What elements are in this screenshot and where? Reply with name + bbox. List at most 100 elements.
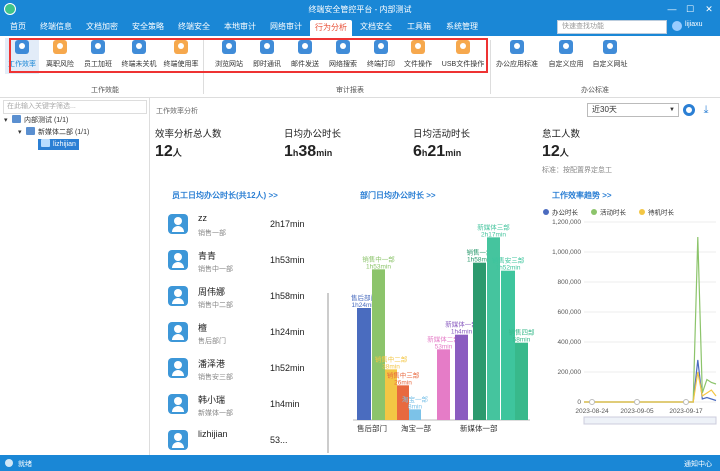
employee-office-time: 1h58min <box>270 291 305 301</box>
ribbon-button-app-standard[interactable]: 办公应用标准 <box>492 38 542 74</box>
panel-header: 工作效率分析 <box>156 108 198 115</box>
section-dept-office-time[interactable]: 部门日均办公时长 >> <box>360 190 436 201</box>
metric-value: 6h21min <box>413 143 462 160</box>
x-tick-label: 2023-09-05 <box>620 408 654 415</box>
metric-label: 日均办公时长 <box>284 129 342 140</box>
tree-node-new-media-2[interactable]: ▾ 新媒体二部 (1/1) <box>18 127 89 138</box>
legend-label: 办公时长 <box>552 208 579 217</box>
metric-avg-office-time: 日均办公时长 1h38min <box>284 126 341 161</box>
metric-idle-people: 怠工人数 12人 标准：按配置界定怠工 <box>542 126 612 175</box>
menu-toolbox[interactable]: 工具箱 <box>402 18 436 36</box>
employee-row[interactable]: zz 销售一部 2h17min <box>158 208 318 244</box>
bar-value-label: 58min <box>513 337 531 344</box>
menu-terminal-security[interactable]: 终端安全 <box>174 18 214 36</box>
employee-row[interactable]: 檀售后部门 1h24min <box>158 316 318 352</box>
tree-node-lizhijian[interactable]: lizhijian <box>38 139 79 150</box>
close-button[interactable]: ✕ <box>700 2 718 16</box>
tree-node-internal-test[interactable]: ▾ 内部测试 (1/1) <box>4 115 68 126</box>
legend-marker <box>591 209 597 215</box>
ribbon-button-label: 自定义网址 <box>592 61 628 68</box>
gear-icon[interactable] <box>683 104 695 116</box>
metric-note: 标准：按配置界定怠工 <box>542 167 612 174</box>
menu-behavior-analysis[interactable]: 行为分析 <box>310 20 352 36</box>
menu-doc-encryption[interactable]: 文档加密 <box>82 18 122 36</box>
user-avatar-icon <box>168 286 188 306</box>
x-point-marker <box>589 399 595 405</box>
legend-marker <box>543 209 549 215</box>
efficiency-analysis-panel: 工作效率分析 近30天 ▼ ⤓ 效率分析总人数 12人 日均办公时长 1h38mi… <box>150 98 720 455</box>
collapse-arrow-icon[interactable]: ▾ <box>4 115 12 126</box>
date-range-select[interactable]: 近30天 ▼ <box>587 103 679 117</box>
y-tick-label: 600,000 <box>558 309 582 316</box>
ribbon-button-custom-url[interactable]: 自定义网址 <box>590 38 630 74</box>
employee-list: zz 销售一部 2h17min 青青 销售中一部 1h53min 周伟娜 销售中二部 1h58m… <box>158 208 323 455</box>
ribbon-separator <box>490 40 491 94</box>
menu-security-policy[interactable]: 安全策略 <box>128 18 168 36</box>
employee-office-time: 1h52min <box>270 363 305 373</box>
notification-center-button[interactable]: 通知中心 <box>684 459 712 469</box>
title-bar: 终端安全管控平台 - 内部测试 — ☐ ✕ <box>0 0 720 18</box>
tree-node-label: 内部测试 (1/1) <box>24 117 69 124</box>
metric-total-people: 效率分析总人数 12人 <box>155 126 222 161</box>
metric-avg-active-time: 日均活动时长 6h21min <box>413 126 470 161</box>
tree-filter-input[interactable]: 在此输入关键字筛选... <box>3 100 147 114</box>
maximize-button[interactable]: ☐ <box>681 2 699 16</box>
collapse-arrow-icon[interactable]: ▾ <box>18 127 26 138</box>
custom-app-icon <box>559 40 573 54</box>
x-tick-label: 2023-08-24 <box>575 408 609 415</box>
y-tick-label: 400,000 <box>558 339 582 346</box>
employee-row[interactable]: 潘泽港 销售安三部 1h52min <box>158 352 318 388</box>
legend-marker <box>639 209 645 215</box>
user-menu[interactable]: lijiaxu <box>672 21 716 33</box>
menu-local-audit[interactable]: 本地审计 <box>220 18 260 36</box>
bar-category-label: 销售四部 <box>509 328 536 337</box>
bar-value-label: 1h4min <box>451 329 473 336</box>
bar <box>473 262 486 420</box>
bar <box>501 270 515 420</box>
section-efficiency-trend[interactable]: 工作效率趋势 >> <box>552 190 612 201</box>
y-tick-label: 1,000,000 <box>552 249 581 256</box>
employee-row[interactable]: 韩小瑞 新媒体一部 1h4min <box>158 388 318 424</box>
user-avatar-icon <box>168 394 188 414</box>
bar-value-label: 2h17min <box>481 231 506 238</box>
metric-label: 效率分析总人数 <box>155 129 222 140</box>
group-icon <box>26 127 35 135</box>
bar-category-label: 新媒体三部 <box>477 222 510 231</box>
bar-value-label: 1h53min <box>366 263 391 270</box>
employee-row[interactable]: lizhijian 53... <box>158 424 318 455</box>
bar <box>357 308 371 420</box>
bar-value-label: 53min <box>435 343 453 350</box>
download-icon[interactable]: ⤓ <box>699 103 713 117</box>
feature-search-input[interactable]: 快速查找功能 <box>557 20 667 34</box>
user-avatar-icon <box>168 250 188 270</box>
computer-icon <box>41 139 50 147</box>
y-tick-label: 0 <box>577 399 581 406</box>
x-tick-label: 售后部门 <box>357 423 387 433</box>
menu-home[interactable]: 首页 <box>4 18 32 36</box>
ribbon-button-label: 办公应用标准 <box>496 61 538 68</box>
employee-office-time: 1h53min <box>270 255 305 265</box>
ribbon-button-label: 自定义应用 <box>548 61 584 68</box>
menu-network-audit[interactable]: 网络审计 <box>266 18 306 36</box>
dept-bar-chart: 售后部门1h24min销售中一部1h53min销售中二部38min销售中三部26… <box>351 222 536 433</box>
employee-office-time: 53... <box>270 435 288 445</box>
employee-name: 潘泽港 <box>198 359 226 369</box>
range-slider <box>583 416 717 425</box>
menu-terminal-info[interactable]: 终端信息 <box>36 18 76 36</box>
user-avatar-icon <box>168 430 188 450</box>
minimize-button[interactable]: — <box>663 2 681 16</box>
x-point-marker <box>634 399 640 405</box>
employee-row[interactable]: 周伟娜 销售中二部 1h58min <box>158 280 318 316</box>
bar-value-label: 1h52min <box>496 265 521 272</box>
x-tick-label: 新媒体一部 <box>460 423 498 433</box>
trend-line-chart: 0 200,000 400,000 600,000 800,000 1,000,000 1,… <box>543 208 717 425</box>
section-employee-office-time[interactable]: 员工日均办公时长(共12人) >> <box>172 190 278 201</box>
menu-system-management[interactable]: 系统管理 <box>442 18 482 36</box>
user-avatar-icon <box>672 21 682 31</box>
employee-row[interactable]: 青青 销售中一部 1h53min <box>158 244 318 280</box>
menu-doc-security[interactable]: 文档安全 <box>356 18 396 36</box>
list-scrollbar[interactable] <box>327 293 329 453</box>
user-avatar-icon <box>168 214 188 234</box>
ribbon-button-custom-app[interactable]: 自定义应用 <box>544 38 588 74</box>
app-standard-icon <box>510 40 524 54</box>
